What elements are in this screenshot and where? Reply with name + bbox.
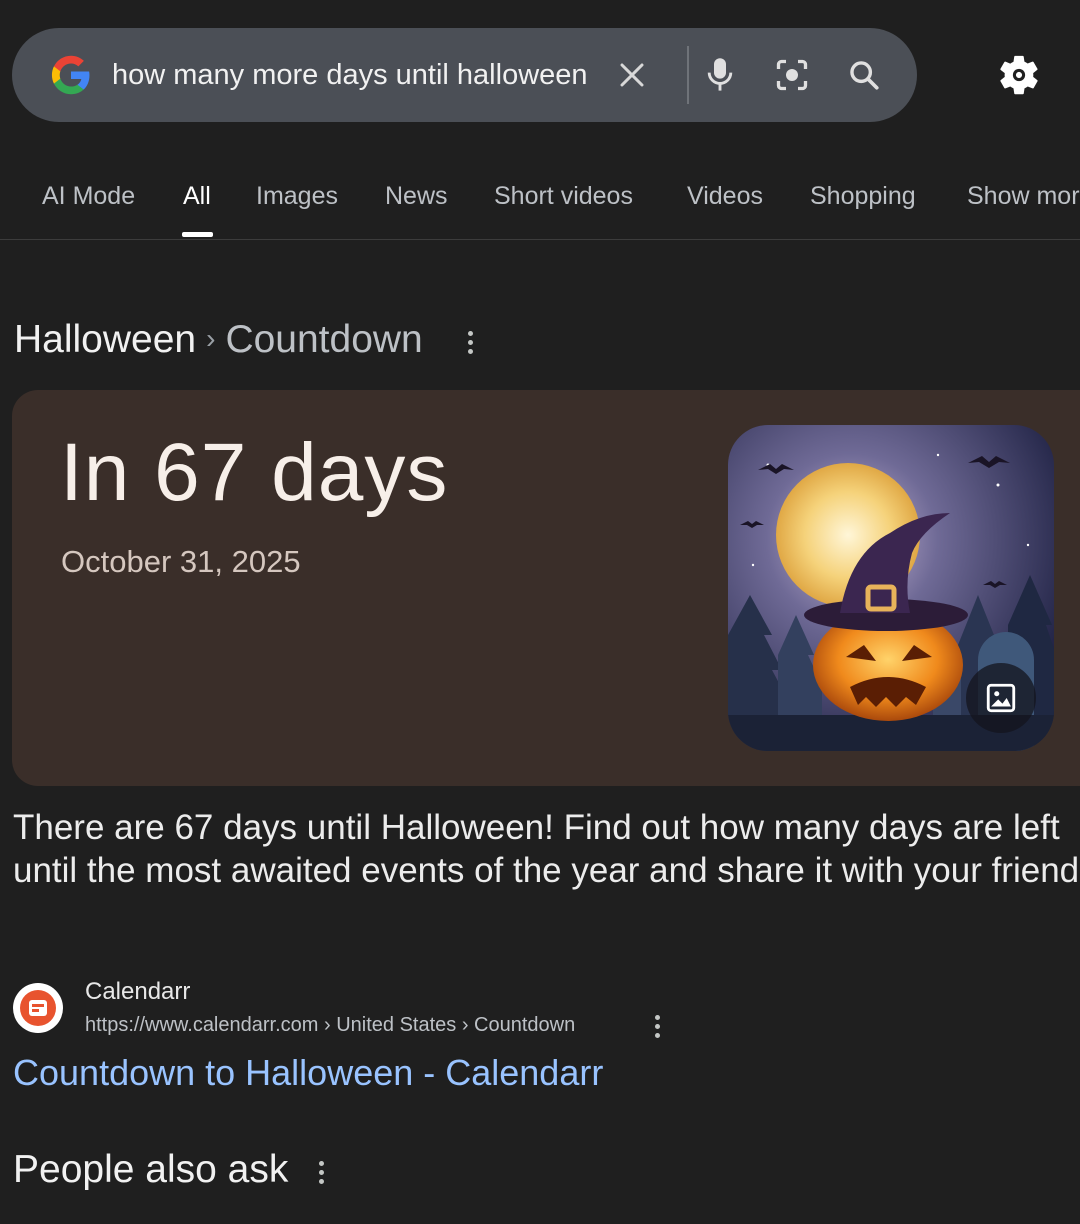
microphone-icon[interactable] (700, 55, 740, 95)
tab-images[interactable]: Images (256, 182, 338, 211)
countdown-headline: In 67 days (60, 427, 449, 518)
people-also-ask-more-icon[interactable] (316, 1161, 326, 1189)
settings-gear-icon[interactable] (996, 52, 1042, 98)
image-icon[interactable] (966, 663, 1036, 733)
search-tabs: AI Mode All Images News Short videos Vid… (0, 150, 1080, 240)
snippet-description: There are 67 days until Halloween! Find … (13, 808, 1080, 890)
tab-short-videos[interactable]: Short videos (494, 182, 633, 211)
search-bar-divider (687, 46, 689, 104)
tab-all[interactable]: All (183, 182, 211, 211)
clear-icon[interactable] (612, 55, 652, 95)
lens-camera-icon[interactable] (772, 55, 812, 95)
tab-news[interactable]: News (385, 182, 448, 211)
tab-shopping[interactable]: Shopping (810, 182, 916, 211)
search-bar[interactable]: how many more days until halloween (12, 28, 917, 122)
tab-ai-mode[interactable]: AI Mode (42, 182, 135, 211)
people-also-ask-heading: People also ask (13, 1148, 289, 1191)
halloween-image[interactable] (728, 425, 1054, 751)
countdown-date: October 31, 2025 (61, 544, 301, 579)
search-input[interactable]: how many more days until halloween (112, 28, 588, 122)
source-name[interactable]: Calendarr (85, 978, 190, 1006)
breadcrumb-more-icon[interactable] (465, 331, 475, 359)
source-url[interactable]: https://www.calendarr.com › United State… (85, 1014, 575, 1037)
tab-videos[interactable]: Videos (687, 182, 763, 211)
calendarr-favicon-icon (13, 983, 63, 1033)
active-tab-indicator (182, 232, 213, 237)
countdown-card: In 67 days October 31, 2025 (12, 390, 1080, 786)
breadcrumb-separator: › (206, 323, 216, 354)
google-logo-icon (51, 55, 90, 95)
search-results-page: how many more days until halloween AI Mo… (0, 0, 1080, 1224)
result-more-icon[interactable] (652, 1015, 662, 1043)
breadcrumb: Halloween › Countdown (14, 318, 423, 362)
breadcrumb-current[interactable]: Countdown (225, 318, 422, 361)
breadcrumb-parent[interactable]: Halloween (14, 318, 196, 361)
tab-show-more[interactable]: Show mor (967, 182, 1080, 211)
search-icon[interactable] (844, 55, 884, 95)
result-title-link[interactable]: Countdown to Halloween - Calendarr (13, 1052, 603, 1094)
